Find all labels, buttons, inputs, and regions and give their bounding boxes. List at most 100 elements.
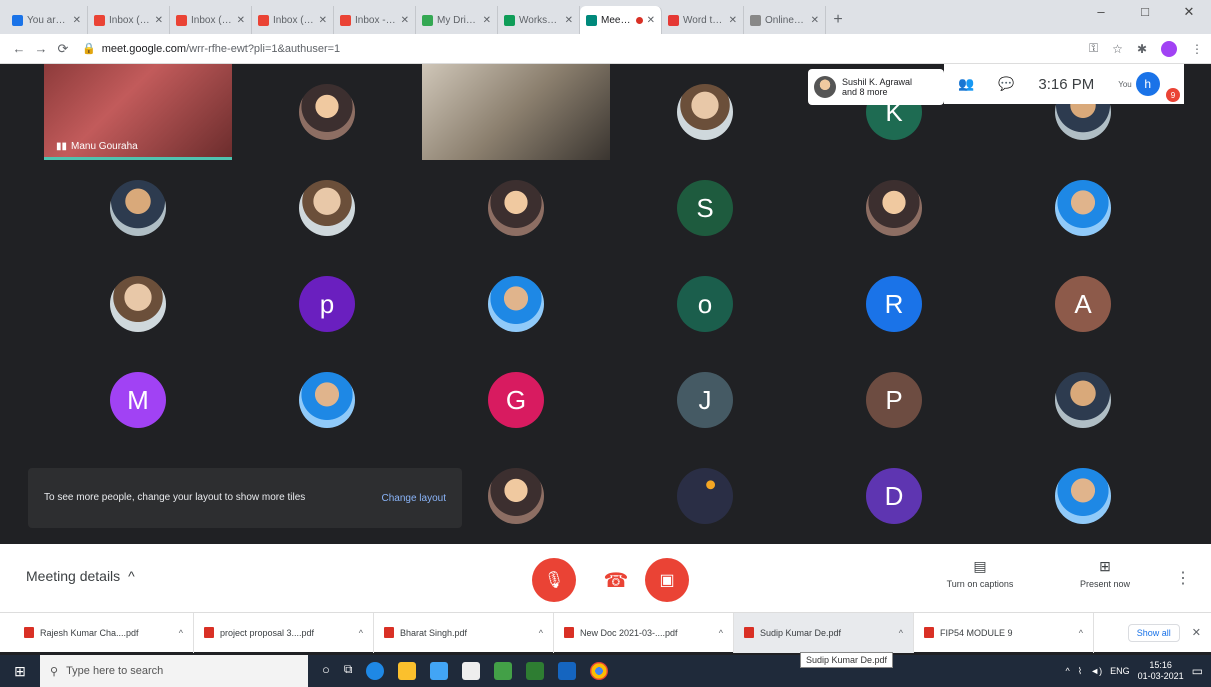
download-item[interactable]: project proposal 3....pdf ^ <box>194 612 374 653</box>
participant-tile[interactable] <box>422 256 610 352</box>
browser-tab[interactable]: Meet - wrr ✕ <box>580 6 662 34</box>
mail-icon[interactable] <box>430 662 449 680</box>
close-tab-icon[interactable]: ✕ <box>401 15 409 26</box>
browser-tab[interactable]: Word to PDF ✕ <box>662 6 744 34</box>
download-options-chevron-icon[interactable]: ^ <box>539 628 543 638</box>
browser-tab[interactable]: Inbox (13) - hi ✕ <box>252 6 334 34</box>
participant-tile[interactable]: M <box>44 352 232 448</box>
volume-icon[interactable]: ◄) <box>1090 666 1102 676</box>
cortana-icon[interactable]: ○ <box>322 662 330 680</box>
key-icon[interactable]: ⚿ <box>1089 41 1098 56</box>
download-item[interactable]: Rajesh Kumar Cha....pdf ^ <box>14 612 194 653</box>
participant-tile[interactable] <box>611 448 799 544</box>
tray-chevron-icon[interactable]: ^ <box>1066 666 1070 676</box>
participant-tile[interactable]: o <box>611 256 799 352</box>
browser-tab[interactable]: Inbox (13) - hi ✕ <box>88 6 170 34</box>
close-window-icon[interactable]: ✕ <box>1167 4 1211 20</box>
meeting-details-button[interactable]: Meeting details ^ <box>26 568 135 584</box>
excel-icon[interactable] <box>526 662 545 680</box>
change-layout-button[interactable]: Change layout <box>382 493 447 504</box>
more-options-icon[interactable]: ⋮ <box>1175 568 1191 588</box>
download-options-chevron-icon[interactable]: ^ <box>1079 628 1083 638</box>
download-options-chevron-icon[interactable]: ^ <box>719 628 723 638</box>
people-count-icon[interactable]: 👥 <box>958 76 974 92</box>
reload-icon[interactable]: ⟳ <box>52 41 74 57</box>
new-tab-button[interactable]: + <box>826 6 850 34</box>
download-options-chevron-icon[interactable]: ^ <box>899 628 903 638</box>
language-indicator[interactable]: ENG <box>1110 666 1130 676</box>
back-icon[interactable]: ← <box>8 41 30 56</box>
close-shelf-icon[interactable]: ✕ <box>1192 626 1201 639</box>
taskbar-search[interactable]: ⚲ Type here to search <box>40 655 308 687</box>
chat-icon[interactable]: 💬 <box>998 76 1014 92</box>
taskbar-clock[interactable]: 15:16 01-03-2021 <box>1138 660 1184 682</box>
participant-tile[interactable]: D <box>800 448 988 544</box>
store-icon[interactable] <box>462 662 481 680</box>
participant-tile[interactable] <box>800 160 988 256</box>
participant-tile[interactable]: R <box>800 256 988 352</box>
file-explorer-icon[interactable] <box>398 662 417 680</box>
participant-tile[interactable]: P <box>800 352 988 448</box>
url-field[interactable]: 🔒 meet.google.com/wrr-rfhe-ewt?pli=1&aut… <box>82 42 1089 56</box>
participants-joined-chip[interactable]: Sushil K. Agrawal and 8 more <box>808 69 944 105</box>
participant-tile[interactable] <box>422 160 610 256</box>
mic-off-button[interactable]: 🎙 <box>532 558 576 602</box>
participant-tile[interactable]: J <box>611 352 799 448</box>
menu-kebab-icon[interactable]: ⋮ <box>1191 42 1203 56</box>
browser-tab[interactable]: Online Colum ✕ <box>744 6 826 34</box>
close-tab-icon[interactable]: ✕ <box>483 15 491 26</box>
participant-tile[interactable] <box>44 160 232 256</box>
show-all-button[interactable]: Show all <box>1127 623 1180 642</box>
participant-tile[interactable] <box>233 352 421 448</box>
close-tab-icon[interactable]: ✕ <box>647 15 655 26</box>
download-item[interactable]: FIP54 MODULE 9 ^ <box>914 612 1094 653</box>
participant-tile[interactable] <box>233 160 421 256</box>
participant-tile[interactable] <box>611 64 799 160</box>
download-options-chevron-icon[interactable]: ^ <box>359 628 363 638</box>
download-options-chevron-icon[interactable]: ^ <box>179 628 183 638</box>
word-icon[interactable] <box>558 662 577 680</box>
close-tab-icon[interactable]: ✕ <box>73 15 81 26</box>
notification-center-icon[interactable]: ▭ <box>1192 664 1203 678</box>
download-item[interactable]: Bharat Singh.pdf ^ <box>374 612 554 653</box>
forward-icon[interactable]: → <box>30 41 52 56</box>
chrome-icon[interactable] <box>590 662 609 680</box>
edge-icon[interactable] <box>366 662 385 680</box>
maximize-icon[interactable]: □ <box>1123 4 1167 20</box>
windows-start-icon[interactable]: ⊞ <box>0 655 40 687</box>
participant-tile[interactable] <box>989 352 1177 448</box>
participant-video-tile[interactable]: ▮▮ Manu Gouraha <box>44 64 232 160</box>
browser-tab[interactable]: You are signed ✕ <box>6 6 88 34</box>
participant-tile[interactable] <box>989 448 1177 544</box>
extensions-icon[interactable]: ✱ <box>1137 42 1147 56</box>
participant-tile[interactable]: A <box>989 256 1177 352</box>
task-view-icon[interactable]: ⧉ <box>344 662 353 680</box>
star-icon[interactable]: ☆ <box>1112 42 1123 56</box>
close-tab-icon[interactable]: ✕ <box>155 15 163 26</box>
participant-tile[interactable] <box>989 160 1177 256</box>
browser-tab[interactable]: Inbox - Instagr ✕ <box>334 6 416 34</box>
network-icon[interactable]: ⌇ <box>1078 666 1082 677</box>
minimize-icon[interactable]: – <box>1079 4 1123 20</box>
browser-tab[interactable]: Inbox (13) - hi ✕ <box>170 6 252 34</box>
present-now-button[interactable]: ⊞ Present now <box>1060 558 1150 589</box>
close-tab-icon[interactable]: ✕ <box>565 15 573 26</box>
profile-avatar[interactable] <box>1161 40 1177 57</box>
participant-tile[interactable] <box>44 256 232 352</box>
participant-tile[interactable] <box>233 64 421 160</box>
participant-tile[interactable]: S <box>611 160 799 256</box>
browser-tab[interactable]: My Drive - Go ✕ <box>416 6 498 34</box>
close-tab-icon[interactable]: ✕ <box>729 15 737 26</box>
browser-tab[interactable]: Workshop for ✕ <box>498 6 580 34</box>
participant-tile[interactable]: G <box>422 352 610 448</box>
participant-video-tile[interactable] <box>422 64 610 160</box>
close-tab-icon[interactable]: ✕ <box>319 15 327 26</box>
self-avatar[interactable]: h <box>1135 72 1160 96</box>
captions-button[interactable]: ▤ Turn on captions <box>935 558 1025 589</box>
download-item[interactable]: New Doc 2021-03-....pdf ^ <box>554 612 734 653</box>
maps-icon[interactable] <box>494 662 513 680</box>
close-tab-icon[interactable]: ✕ <box>811 15 819 26</box>
end-call-button[interactable]: ☎ <box>594 558 638 602</box>
participant-tile[interactable]: p <box>233 256 421 352</box>
download-item[interactable]: Sudip Kumar De.pdf ^ <box>734 612 914 653</box>
